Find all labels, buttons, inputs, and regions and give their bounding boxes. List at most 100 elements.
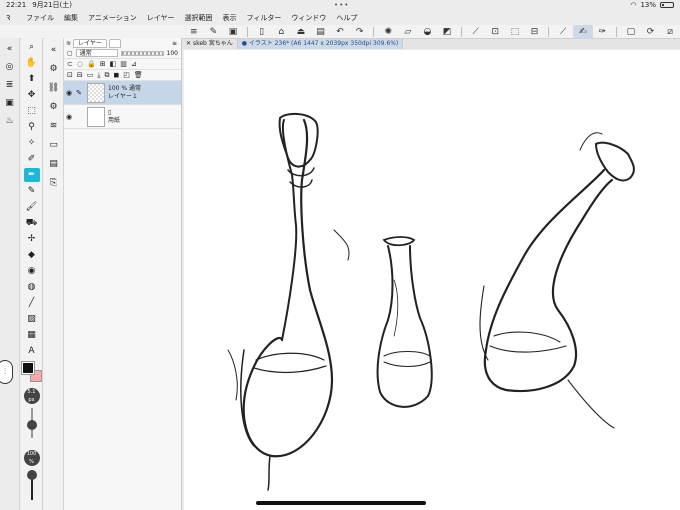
overlay-icon[interactable]: ▣	[223, 25, 243, 39]
airbrush-icon[interactable]: ⛟	[24, 216, 40, 230]
gradient-icon[interactable]: ▨	[24, 312, 40, 326]
main-color[interactable]	[20, 361, 35, 375]
layer-row[interactable]: ◉ ✎ 100 % 通常 レイヤー１	[64, 81, 181, 105]
snap-icon[interactable]: ⊟	[525, 25, 545, 39]
gear-icon[interactable]: ⚙	[47, 101, 61, 114]
menu-filter[interactable]: フィルター	[247, 13, 282, 23]
color-swatch[interactable]	[20, 361, 42, 382]
pen-icon[interactable]: ✒	[23, 168, 40, 182]
brush-size-slider[interactable]	[26, 408, 37, 438]
menu-window[interactable]: ウィンドウ	[291, 13, 326, 23]
eye-icon[interactable]: ◉	[64, 89, 74, 97]
transform-icon[interactable]: ◩	[437, 25, 457, 39]
new-raster-icon[interactable]: ⊡	[67, 71, 73, 80]
fill-layer-icon[interactable]: ◰	[123, 71, 130, 80]
navigator-icon[interactable]: ▭	[47, 139, 61, 152]
text-icon[interactable]: A	[24, 344, 40, 358]
selection-icon[interactable]: ⬚	[505, 25, 525, 39]
layer-row[interactable]: ◉ ▯ 用紙	[64, 105, 181, 129]
eyedropper-icon[interactable]: ✐	[24, 152, 40, 166]
move-icon[interactable]: ✥	[24, 88, 40, 102]
ruler-icon[interactable]: ⟋	[466, 25, 486, 39]
brush-mode-icon[interactable]: ✍	[572, 24, 593, 39]
fill-icon[interactable]: ◍	[24, 280, 40, 294]
home-indicator[interactable]	[256, 501, 426, 505]
menu-view[interactable]: 表示	[223, 13, 237, 23]
clear-icon[interactable]: ▱	[398, 25, 418, 39]
blend-icon[interactable]: ◉	[24, 264, 40, 278]
settings-icon[interactable]: ⧄	[660, 25, 680, 39]
menu-icon[interactable]: ≡	[172, 40, 177, 47]
export-icon[interactable]: ▤	[311, 25, 331, 39]
opacity-value[interactable]: 100	[167, 50, 178, 57]
new-page-icon[interactable]: ▯	[252, 25, 272, 39]
hamburger-icon[interactable]: ≡	[184, 25, 204, 39]
layers-icon[interactable]: ≋	[47, 120, 61, 133]
decoration-icon[interactable]: ✢	[24, 232, 40, 246]
search-icon[interactable]: ⚲	[24, 120, 40, 134]
tab-doc-1[interactable]: ✕ skeb 宮ちゃん	[182, 39, 238, 49]
opacity-slider[interactable]	[120, 50, 164, 56]
draft-icon[interactable]: ▥	[120, 60, 127, 68]
collapse-icon[interactable]: «	[3, 43, 17, 56]
material-icon[interactable]: ▤	[47, 158, 61, 171]
brush-opacity-badge[interactable]: 100%	[23, 450, 40, 466]
reference-icon[interactable]: ◌	[77, 60, 83, 68]
save-icon[interactable]: ⏏	[291, 25, 311, 39]
frame-icon[interactable]: ▦	[24, 328, 40, 342]
link-icon[interactable]: ⛓	[47, 82, 61, 95]
menu-edit[interactable]: 編集	[64, 13, 78, 23]
gear-icon[interactable]: ⚙	[47, 63, 61, 76]
slider-knob[interactable]	[26, 470, 37, 480]
mask-create-icon[interactable]: ◼	[113, 71, 119, 80]
redo-icon[interactable]: ↷	[350, 25, 370, 39]
layer-stack-icon[interactable]: ≣	[3, 79, 17, 92]
edit-icon[interactable]: ▢	[621, 25, 641, 39]
ruler-icon[interactable]: ⊿	[131, 60, 137, 68]
object-icon[interactable]: ⬆	[24, 72, 40, 86]
trash-icon[interactable]: 🗑	[134, 71, 143, 80]
hand-icon[interactable]: ✋	[24, 56, 40, 70]
collapse-icon[interactable]: «	[47, 44, 61, 57]
duplicate-icon[interactable]: ⧉	[104, 71, 109, 80]
drawing-canvas[interactable]	[184, 50, 680, 510]
blend-mode-select[interactable]: 通常	[75, 49, 118, 57]
gauge-icon[interactable]: ◎	[3, 61, 17, 74]
menu-help[interactable]: ヘルプ	[336, 13, 357, 23]
selection-icon[interactable]: ⬚	[24, 104, 40, 118]
brush-icon[interactable]: 🖌	[24, 200, 40, 214]
slider-knob[interactable]	[26, 420, 37, 430]
history-icon[interactable]: ⎘	[47, 177, 61, 190]
brush-size-badge[interactable]: 5.1 px	[23, 388, 40, 404]
open-folder-icon[interactable]: ⌂	[271, 25, 291, 39]
new-file-icon[interactable]: ✎	[204, 25, 224, 39]
lock-icon[interactable]: 🔒	[87, 60, 96, 68]
menu-file[interactable]: ファイル	[26, 13, 54, 23]
transparency-lock-icon[interactable]: ⊞	[100, 60, 106, 68]
pen-mode-icon[interactable]: ✑	[593, 25, 613, 39]
eraser-icon[interactable]: ◆	[24, 248, 40, 262]
merge-icon[interactable]: ⤓	[97, 71, 100, 80]
stabilizer-icon[interactable]: ⟋	[553, 25, 573, 39]
sync-icon[interactable]: ⟳	[641, 25, 661, 39]
app-logo-icon[interactable]: ꝛ	[6, 13, 16, 23]
crop-icon[interactable]: ⊡	[485, 25, 505, 39]
clip-icon[interactable]: ⊂	[67, 60, 73, 68]
menu-selection[interactable]: 選択範囲	[185, 13, 213, 23]
line-icon[interactable]: ╱	[24, 296, 40, 310]
fill-icon[interactable]: ◒	[418, 25, 438, 39]
eye-icon[interactable]: ◉	[64, 113, 74, 121]
zoom-icon[interactable]: ⌕	[24, 40, 40, 54]
mask-icon[interactable]: ◧	[110, 60, 117, 68]
new-folder-icon[interactable]: ▭	[87, 71, 94, 80]
tab-extra[interactable]	[108, 38, 121, 48]
pencil-icon[interactable]: ✎	[24, 184, 40, 198]
magic-wand-icon[interactable]: ✧	[24, 136, 40, 150]
new-vector-icon[interactable]: ⊟	[77, 71, 83, 80]
checkbox-icon[interactable]: ▢	[67, 50, 73, 57]
tab-layer[interactable]: レイヤー	[73, 38, 107, 48]
side-handle-icon[interactable]: ⫶	[0, 360, 13, 384]
tab-doc-2[interactable]: ● イラスト 236* (A6 1447 x 2039px 350dpi 309…	[237, 39, 404, 49]
menu-animation[interactable]: アニメーション	[88, 13, 137, 23]
palette-icon[interactable]: ♨	[3, 115, 17, 128]
